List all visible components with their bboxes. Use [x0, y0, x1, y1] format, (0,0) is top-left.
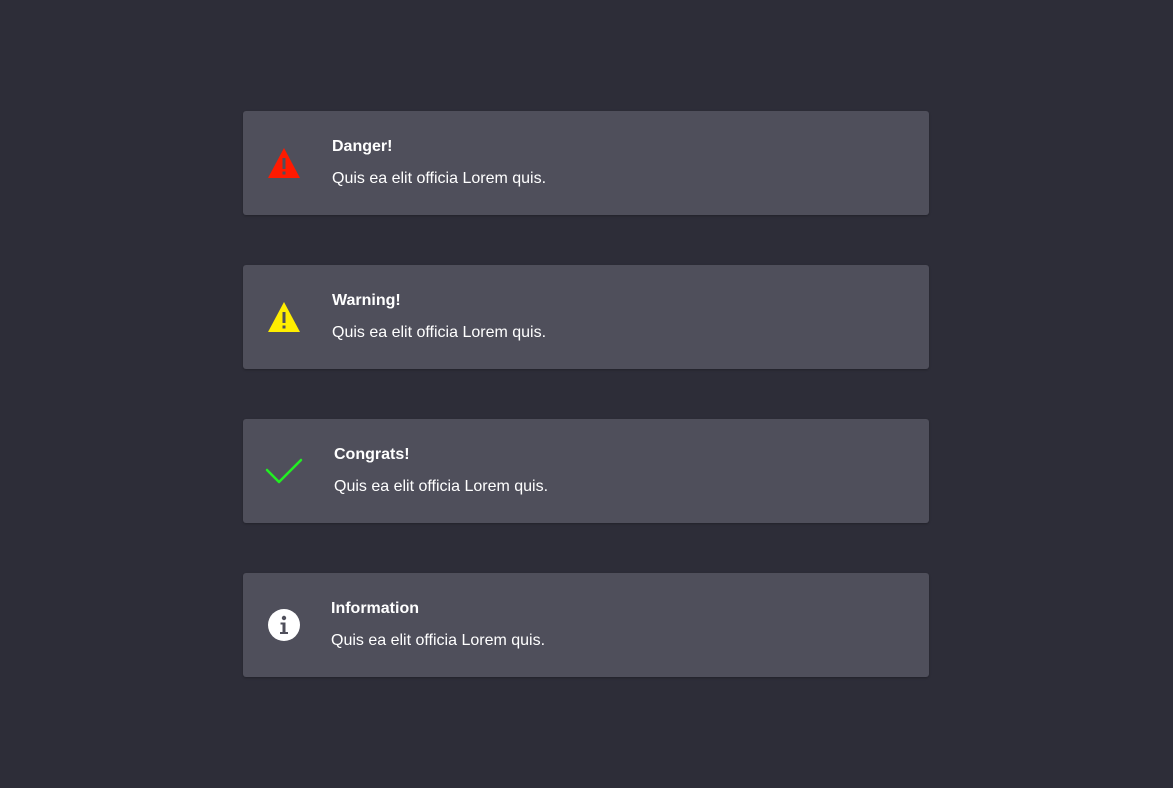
alert-title: Danger! — [332, 138, 393, 155]
alert-message: Quis ea elit officia Lorem quis. — [331, 632, 546, 649]
alert-title: Information — [331, 600, 419, 617]
alert-danger: Danger! Quis ea elit officia Lorem quis. — [243, 111, 929, 215]
alert-message: Quis ea elit officia Lorem quis. — [334, 478, 549, 495]
warning-triangle-icon — [265, 298, 303, 336]
alert-warning: Warning! Quis ea elit officia Lorem quis… — [243, 265, 929, 369]
alert-title: Warning! — [332, 292, 401, 309]
alert-message: Quis ea elit officia Lorem quis. — [332, 324, 547, 341]
alert-success: Congrats! Quis ea elit officia Lorem qui… — [243, 419, 929, 523]
check-icon — [265, 452, 303, 490]
alert-list: Danger! Quis ea elit officia Lorem quis.… — [243, 111, 929, 677]
danger-triangle-icon — [265, 144, 303, 182]
alert-title: Congrats! — [334, 446, 410, 463]
info-icon — [265, 606, 303, 644]
alert-message: Quis ea elit officia Lorem quis. — [332, 170, 547, 187]
alert-info: Information Quis ea elit officia Lorem q… — [243, 573, 929, 677]
